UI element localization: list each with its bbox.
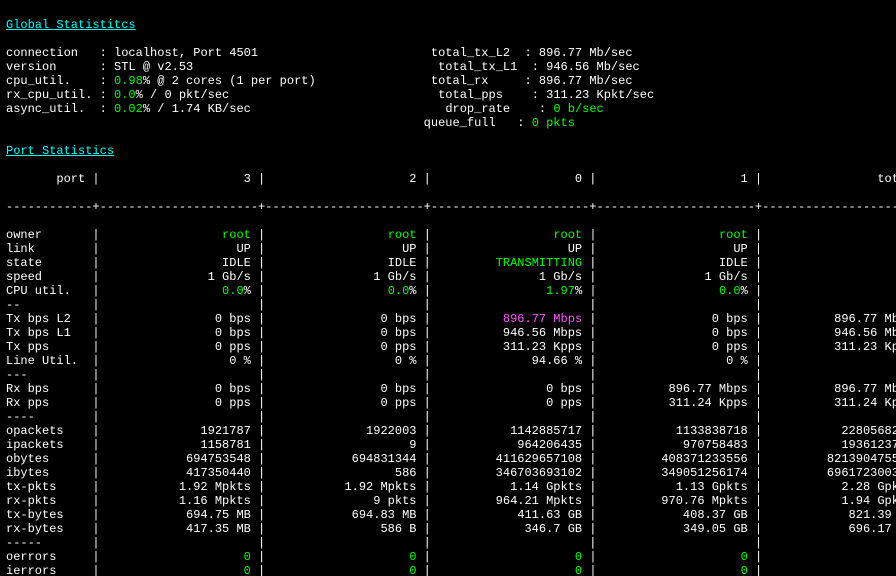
table-row: rx-bytes | 417.35 MB | 586 B | 346.7 GB … <box>6 522 890 536</box>
port-table-body: owner | root | root | root | root | |lin… <box>6 228 890 576</box>
queue-full-value: 0 pkts <box>532 116 575 130</box>
table-row: ipackets | 1158781 | 9 | 964206435 | 970… <box>6 438 890 452</box>
port-table-separator: ------------+----------------------+----… <box>6 200 890 214</box>
table-row: Tx pps | 0 pps | 0 pps | 311.23 Kpps | 0… <box>6 340 890 354</box>
table-row: Rx pps | 0 pps | 0 pps | 0 pps | 311.24 … <box>6 396 890 410</box>
queue-full-label: queue_full <box>424 116 496 130</box>
terminal-screen: Global Statistitcs connection : localhos… <box>0 0 896 576</box>
table-row: --- | | | | | | <box>6 368 890 382</box>
total-tx-l2-label: total_tx_L2 <box>431 46 510 60</box>
async-util-label: async_util. <box>6 102 85 116</box>
table-row: opackets | 1921787 | 1922003 | 114288571… <box>6 424 890 438</box>
total-pps-value: 311.23 Kpkt/sec <box>546 88 654 102</box>
total-tx-l1-value: 946.56 Mb/sec <box>546 60 640 74</box>
table-row: ---- | | | | | | <box>6 410 890 424</box>
table-row: obytes | 694753548 | 694831344 | 4116296… <box>6 452 890 466</box>
port-table-header: port | 3 | 2 | 0 | 1 | total | <box>6 172 890 186</box>
table-row: tx-pkts | 1.92 Mpkts | 1.92 Mpkts | 1.14… <box>6 480 890 494</box>
connection-value: localhost, Port 4501 <box>114 46 258 60</box>
table-row: tx-bytes | 694.75 MB | 694.83 MB | 411.6… <box>6 508 890 522</box>
table-row: oerrors | 0 | 0 | 0 | 0 | 0 | <box>6 550 890 564</box>
table-row: ibytes | 417350440 | 586 | 346703693102 … <box>6 466 890 480</box>
total-rx-value: 896.77 Mb/sec <box>539 74 633 88</box>
total-rx-label: total_rx <box>431 74 489 88</box>
total-tx-l2-value: 896.77 Mb/sec <box>539 46 633 60</box>
drop-rate-value: 0 b/sec <box>553 102 603 116</box>
table-row: owner | root | root | root | root | | <box>6 228 890 242</box>
table-row: -- | | | | | | <box>6 298 890 312</box>
version-value: STL @ v2.53 <box>114 60 193 74</box>
table-row: state | IDLE | IDLE | TRANSMITTING | IDL… <box>6 256 890 270</box>
rx-cpu-util-label: rx_cpu_util. <box>6 88 92 102</box>
async-util-rest: % / 1.74 KB/sec <box>143 102 251 116</box>
rx-cpu-util-rest: % / 0 pkt/sec <box>136 88 230 102</box>
async-util-value: 0.02 <box>114 102 143 116</box>
connection-label: connection <box>6 46 78 60</box>
drop-rate-label: drop_rate <box>445 102 510 116</box>
table-row: ----- | | | | | | <box>6 536 890 550</box>
version-label: version <box>6 60 56 74</box>
cpu-util-value: 0.98 <box>114 74 143 88</box>
total-tx-l1-label: total_tx_L1 <box>438 60 517 74</box>
table-row: Line Util. | 0 % | 0 % | 94.66 % | 0 % |… <box>6 354 890 368</box>
port-stats-title: Port Statistics <box>6 144 114 158</box>
table-row: ierrors | 0 | 0 | 0 | 0 | 0 | <box>6 564 890 576</box>
rx-cpu-util-value: 0.0 <box>114 88 136 102</box>
table-row: Rx bps | 0 bps | 0 bps | 0 bps | 896.77 … <box>6 382 890 396</box>
table-row: CPU util. | 0.0% | 0.0% | 1.97% | 0.0% |… <box>6 284 890 298</box>
table-row: speed | 1 Gb/s | 1 Gb/s | 1 Gb/s | 1 Gb/… <box>6 270 890 284</box>
cpu-util-rest: % @ 2 cores (1 per port) <box>143 74 316 88</box>
cpu-util-label: cpu_util. <box>6 74 71 88</box>
global-stats-title: Global Statistitcs <box>6 18 136 32</box>
total-pps-label: total_pps <box>438 88 503 102</box>
table-row: link | UP | UP | UP | UP | | <box>6 242 890 256</box>
table-row: Tx bps L2 | 0 bps | 0 bps | 896.77 Mbps … <box>6 312 890 326</box>
table-row: Tx bps L1 | 0 bps | 0 bps | 946.56 Mbps … <box>6 326 890 340</box>
table-row: rx-pkts | 1.16 Mpkts | 9 pkts | 964.21 M… <box>6 494 890 508</box>
